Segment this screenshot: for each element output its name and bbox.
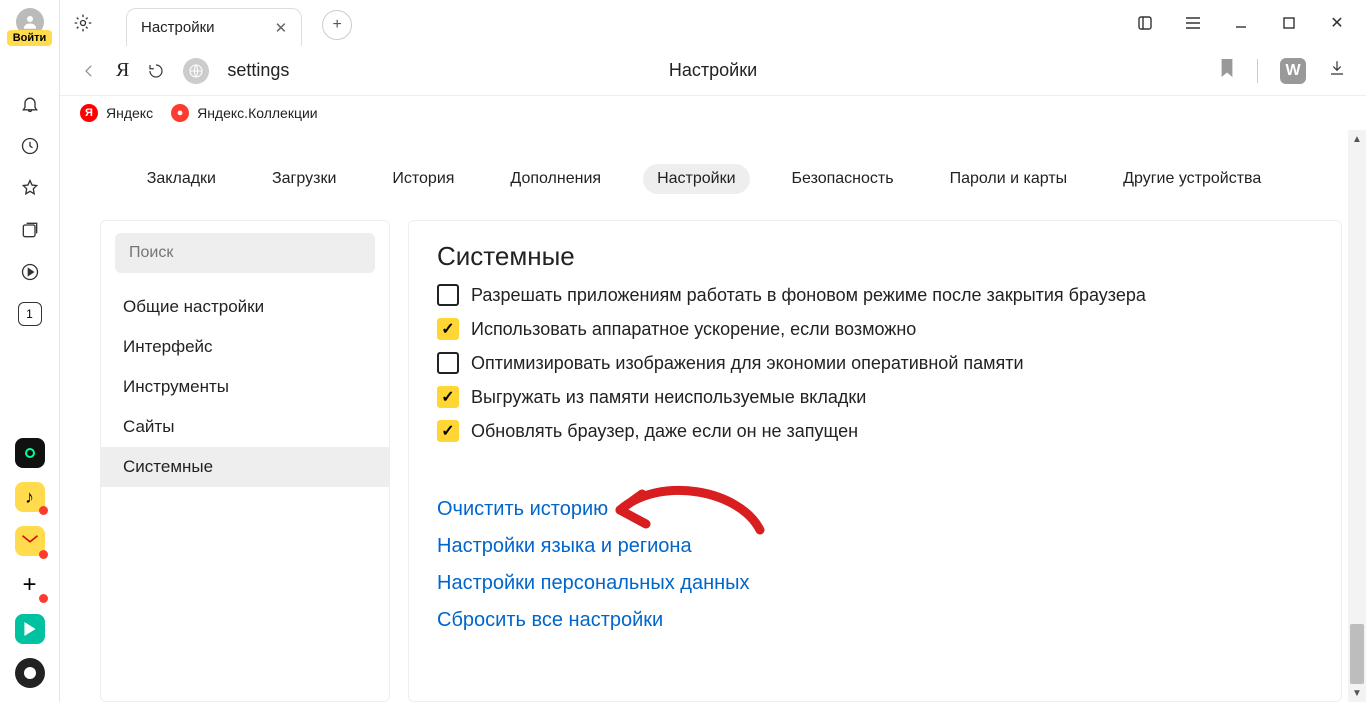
left-sidebar: Войти 1 ♪ + [0, 0, 60, 702]
sidebar-item-sites[interactable]: Сайты [101, 407, 389, 447]
close-icon[interactable]: ✕ [275, 19, 288, 37]
checkbox-label: Обновлять браузер, даже если он не запущ… [471, 421, 858, 442]
search-input[interactable] [115, 233, 375, 273]
address-text[interactable]: settings [227, 60, 289, 81]
minimize-icon[interactable] [1232, 14, 1250, 32]
checkbox-icon[interactable] [437, 284, 459, 306]
gear-icon[interactable] [70, 10, 96, 36]
maximize-icon[interactable] [1280, 14, 1298, 32]
checkbox-row[interactable]: Оптимизировать изображения для экономии … [437, 352, 1313, 374]
scroll-thumb[interactable] [1350, 624, 1364, 684]
divider [1257, 59, 1258, 83]
reload-icon[interactable] [147, 62, 165, 80]
sidebar-item-tools[interactable]: Инструменты [101, 367, 389, 407]
checkbox-icon[interactable] [437, 318, 459, 340]
favorite-collections[interactable]: ● Яндекс.Коллекции [171, 104, 318, 122]
link-reset-settings[interactable]: Сбросить все настройки [437, 609, 1313, 632]
nav-downloads[interactable]: Загрузки [258, 164, 350, 194]
checkbox-label: Выгружать из памяти неиспользуемые вклад… [471, 387, 866, 408]
yandex-icon[interactable]: Я [116, 59, 129, 82]
download-icon[interactable] [1328, 59, 1346, 82]
app-tile-add[interactable]: + [15, 570, 45, 600]
content-area: Общие настройки Интерфейс Инструменты Са… [100, 220, 1342, 702]
browser-tab[interactable]: Настройки ✕ [126, 8, 302, 46]
bookmark-icon[interactable] [1219, 59, 1235, 82]
section-title: Системные [437, 241, 1313, 272]
window-close-icon[interactable]: ✕ [1328, 14, 1346, 32]
nav-addons[interactable]: Дополнения [496, 164, 615, 194]
checkbox-label: Оптимизировать изображения для экономии … [471, 353, 1024, 374]
new-tab-button[interactable]: + [322, 10, 352, 40]
checkbox-row[interactable]: Обновлять браузер, даже если он не запущ… [437, 420, 1313, 442]
app-tile-music[interactable]: ♪ [15, 482, 45, 512]
collections-favicon-icon: ● [171, 104, 189, 122]
nav-bookmarks[interactable]: Закладки [133, 164, 230, 194]
tab-title: Настройки [141, 19, 215, 36]
sidebar-item-general[interactable]: Общие настройки [101, 287, 389, 327]
main-panel: Системные Разрешать приложениям работать… [408, 220, 1342, 702]
window-controls: ✕ [1136, 14, 1366, 32]
checkbox-label: Разрешать приложениям работать в фоновом… [471, 285, 1146, 306]
checkbox-row[interactable]: Использовать аппаратное ускорение, если … [437, 318, 1313, 340]
nav-settings[interactable]: Настройки [643, 164, 749, 194]
checkbox-row[interactable]: Выгружать из памяти неиспользуемые вклад… [437, 386, 1313, 408]
app-tile-mail[interactable] [15, 526, 45, 556]
profile-button[interactable]: Войти [12, 8, 48, 36]
nav-security[interactable]: Безопасность [778, 164, 908, 194]
link-personal-data[interactable]: Настройки персональных данных [437, 572, 1313, 595]
checkbox-icon[interactable] [437, 352, 459, 374]
tabs-count-badge[interactable]: 1 [18, 302, 42, 326]
checkbox-row[interactable]: Разрешать приложениям работать в фоновом… [437, 284, 1313, 306]
window-chrome: Настройки ✕ + ✕ [60, 0, 1366, 46]
yandex-favicon-icon: Я [80, 104, 98, 122]
sidebar-item-interface[interactable]: Интерфейс [101, 327, 389, 367]
settings-sidebar: Общие настройки Интерфейс Инструменты Са… [100, 220, 390, 702]
link-language-region[interactable]: Настройки языка и региона [437, 535, 1313, 558]
nav-history[interactable]: История [378, 164, 468, 194]
link-clear-history[interactable]: Очистить историю [437, 498, 1313, 521]
star-icon[interactable] [18, 176, 42, 200]
app-tile-alice[interactable] [15, 658, 45, 688]
extension-badge[interactable]: W [1280, 58, 1306, 84]
play-icon[interactable] [18, 260, 42, 284]
checkbox-label: Использовать аппаратное ускорение, если … [471, 319, 916, 340]
bell-icon[interactable] [18, 92, 42, 116]
menu-icon[interactable] [1184, 14, 1202, 32]
nav-devices[interactable]: Другие устройства [1109, 164, 1275, 194]
sidebar-apps: ♪ + [15, 438, 45, 702]
links-section: Очистить историю Настройки языка и регио… [437, 498, 1313, 632]
checkbox-icon[interactable] [437, 386, 459, 408]
address-bar: Я settings Настройки W [60, 46, 1366, 96]
collections-icon[interactable] [18, 218, 42, 242]
back-icon[interactable] [80, 62, 98, 80]
scroll-up-icon[interactable]: ▲ [1348, 130, 1366, 148]
globe-icon [183, 58, 209, 84]
favorite-label: Яндекс.Коллекции [197, 105, 318, 121]
sidebar-item-system[interactable]: Системные [101, 447, 389, 487]
scroll-down-icon[interactable]: ▼ [1348, 684, 1366, 702]
nav-passwords[interactable]: Пароли и карты [936, 164, 1082, 194]
vertical-scrollbar[interactable]: ▲ ▼ [1348, 130, 1366, 702]
checkbox-icon[interactable] [437, 420, 459, 442]
app-tile-play[interactable] [15, 614, 45, 644]
history-icon[interactable] [18, 134, 42, 158]
settings-nav: Закладки Загрузки История Дополнения Нас… [60, 150, 1348, 208]
favorite-label: Яндекс [106, 105, 153, 121]
login-badge[interactable]: Войти [7, 30, 53, 46]
sidebar-toggle-icon[interactable] [1136, 14, 1154, 32]
favorite-yandex[interactable]: Я Яндекс [80, 104, 153, 122]
app-tile-camera[interactable] [15, 438, 45, 468]
settings-search [115, 233, 375, 273]
page-title: Настройки [669, 60, 757, 81]
favorites-bar: Я Яндекс ● Яндекс.Коллекции [60, 96, 1366, 130]
